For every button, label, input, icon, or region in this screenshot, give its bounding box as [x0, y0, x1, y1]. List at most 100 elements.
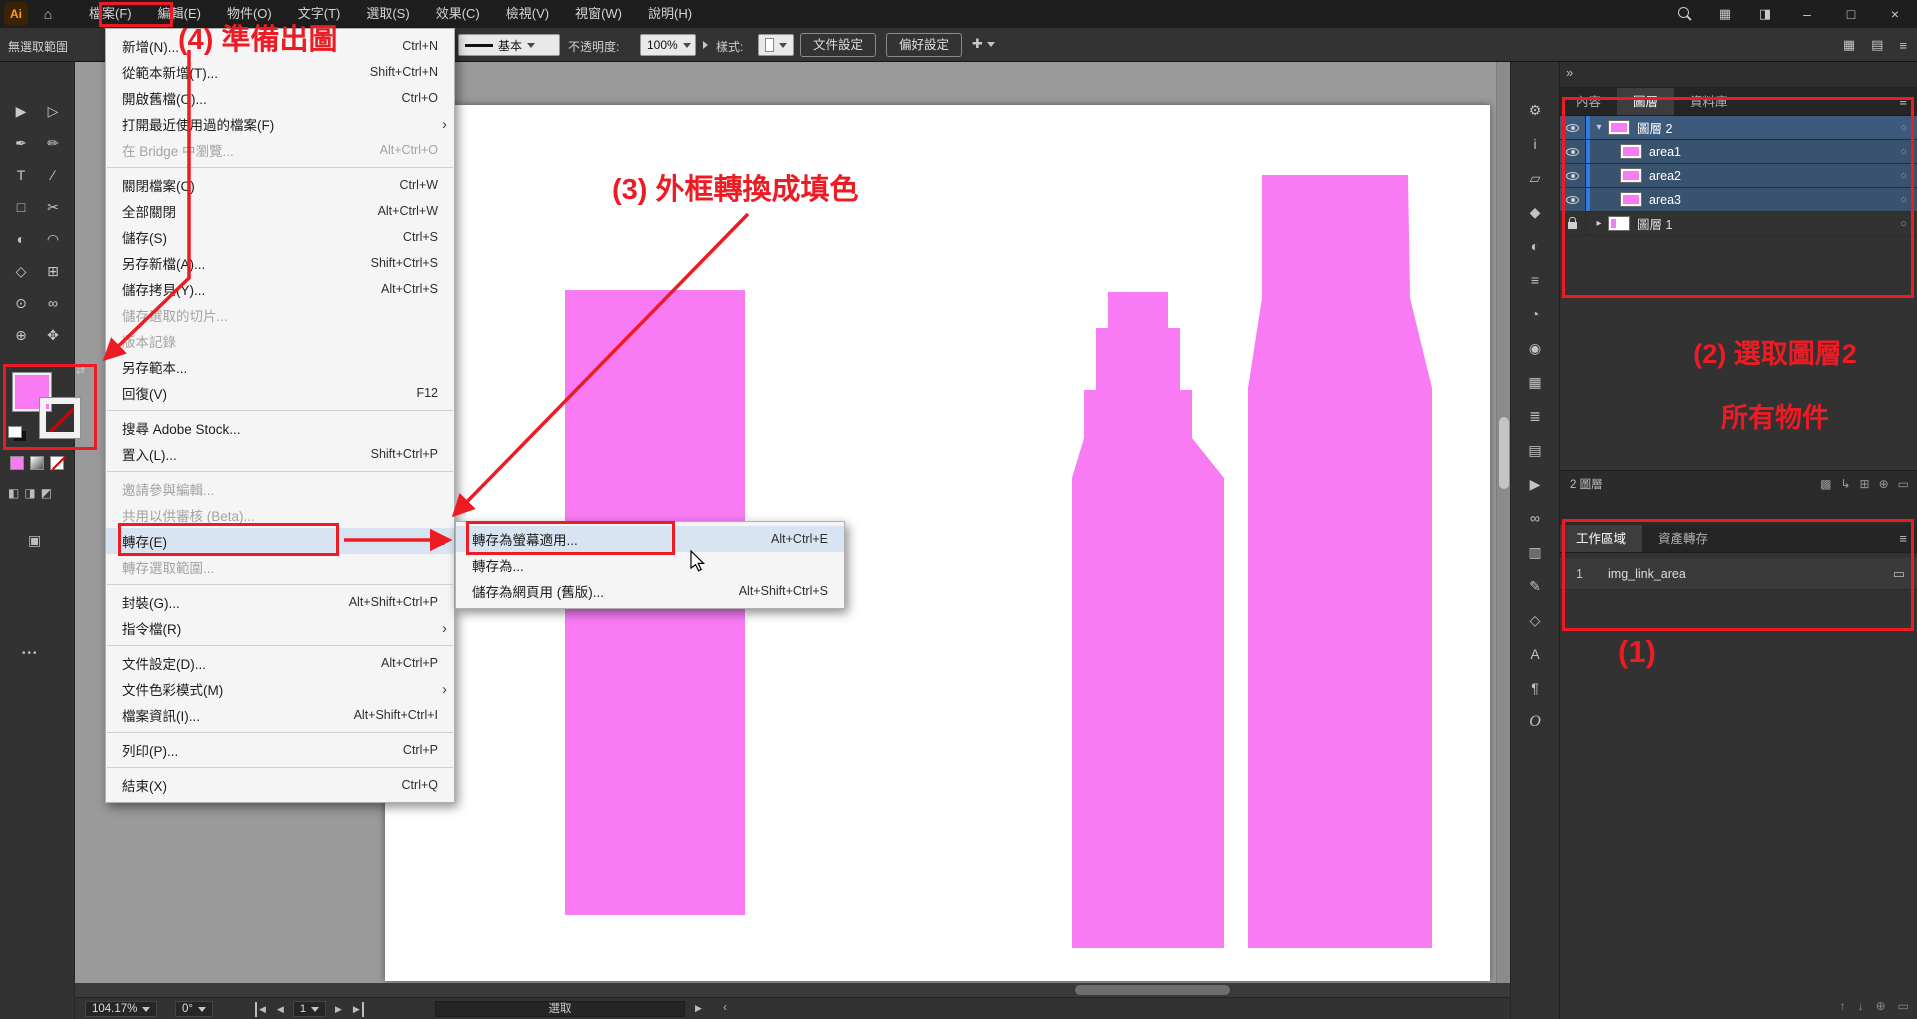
lock-toggle[interactable] — [1560, 212, 1586, 235]
layer-row[interactable]: area1○ — [1560, 140, 1917, 164]
pencil-tool[interactable]: ✏ — [37, 128, 69, 158]
brushes-icon[interactable]: ✎ — [1522, 576, 1548, 596]
document-setup-button[interactable]: 文件設定 — [800, 33, 876, 57]
menubar-item[interactable]: 視窗(W) — [562, 0, 635, 28]
direct-selection-tool[interactable]: ▷ — [37, 96, 69, 126]
delete-layer-icon[interactable]: ▭ — [1898, 477, 1909, 491]
move-up-icon[interactable]: ↑ — [1840, 999, 1846, 1013]
artboard-row[interactable]: 1img_link_area▭ — [1560, 558, 1917, 590]
menu-item[interactable]: 置入(L)...Shift+Ctrl+P — [106, 441, 454, 467]
menubar-item[interactable]: 說明(H) — [635, 0, 705, 28]
preferences-button[interactable]: 偏好設定 — [886, 33, 962, 57]
menu-item[interactable]: 新增(N)...Ctrl+N — [106, 33, 454, 59]
screen-mode-icon[interactable]: ▣ — [28, 532, 41, 549]
panel-tab[interactable]: 內容 — [1560, 88, 1617, 115]
menu-item[interactable]: 儲存拷貝(Y)...Alt+Ctrl+S — [106, 276, 454, 302]
brush-definition-dropdown[interactable]: 基本 — [458, 34, 560, 56]
menu-item[interactable]: 關閉檔案(C)Ctrl+W — [106, 172, 454, 198]
gradient-button[interactable] — [30, 456, 44, 470]
target-circle-icon[interactable]: ○ — [1900, 146, 1907, 158]
type-tool[interactable]: T — [5, 160, 37, 190]
draw-inside-icon[interactable]: ◩ — [41, 486, 52, 500]
opacity-dropdown[interactable]: 100% — [640, 34, 696, 56]
disclosure-icon[interactable]: ▾ — [1590, 122, 1608, 133]
menubar-item[interactable]: 效果(C) — [423, 0, 493, 28]
menu-item[interactable]: 結束(X)Ctrl+Q — [106, 772, 454, 798]
image-trace-icon[interactable]: ▥ — [1522, 542, 1548, 562]
rotate-tool[interactable]: ◠ — [37, 224, 69, 254]
visibility-toggle[interactable] — [1560, 116, 1586, 139]
color-icon[interactable]: ◉ — [1522, 338, 1548, 358]
stroke-icon[interactable]: ≡ — [1522, 270, 1548, 290]
menu-item[interactable]: 指令檔(R)› — [106, 615, 454, 641]
character-icon[interactable]: A — [1522, 644, 1548, 664]
gradient-tool[interactable]: ◇ — [5, 256, 37, 286]
visibility-toggle[interactable] — [1560, 140, 1586, 163]
workspace-grid-icon[interactable]: ▦ — [1843, 37, 1855, 53]
target-circle-icon[interactable]: ○ — [1900, 122, 1907, 134]
menubar-item[interactable]: 選取(S) — [353, 0, 422, 28]
artwork-bottle-large[interactable] — [1248, 175, 1432, 948]
menu-item[interactable]: 儲存(S)Ctrl+S — [106, 224, 454, 250]
opacity-flyout-icon[interactable] — [703, 41, 708, 49]
new-layer-icon[interactable]: ⊕ — [1879, 477, 1889, 491]
default-fill-stroke-icon[interactable] — [8, 426, 22, 438]
panel-menu-icon[interactable]: ≡ — [1889, 525, 1917, 552]
panel-layout-icon[interactable]: ◨ — [1745, 0, 1785, 28]
locate-object-icon[interactable]: ▩ — [1820, 477, 1831, 491]
panel-menu-icon[interactable]: ≡ — [1889, 88, 1917, 115]
fill-color-button[interactable] — [10, 456, 24, 470]
actions-icon[interactable]: ▶ — [1522, 474, 1548, 494]
links-icon[interactable]: ∞ — [1522, 508, 1548, 528]
panel-tab[interactable]: 資產轉存 — [1642, 525, 1724, 552]
rectangle-tool[interactable]: □ — [5, 192, 37, 222]
menu-item[interactable]: 檔案資訊(I)...Alt+Shift+Ctrl+I — [106, 702, 454, 728]
menubar-item[interactable]: 文字(T) — [285, 0, 354, 28]
new-artboard-icon[interactable]: ⊕ — [1876, 999, 1886, 1013]
transparency-icon[interactable]: ◔ — [1522, 304, 1548, 324]
zoom-tool[interactable]: ⊕ — [5, 320, 37, 350]
menu-item[interactable]: 從範本新增(T)...Shift+Ctrl+N — [106, 59, 454, 85]
line-segment-tool[interactable]: ∕ — [37, 160, 69, 190]
collapse-panels-icon[interactable]: » — [1566, 65, 1573, 80]
visibility-toggle[interactable] — [1560, 164, 1586, 187]
target-circle-icon[interactable]: ○ — [1900, 194, 1907, 206]
pattern-icon[interactable]: ▦ — [1522, 372, 1548, 392]
search-icon[interactable] — [1665, 0, 1705, 28]
paragraph-icon[interactable]: ¶ — [1522, 678, 1548, 698]
shape-builder-tool[interactable]: ◐ — [5, 224, 37, 254]
menubar-item[interactable]: 檢視(V) — [493, 0, 562, 28]
eyedropper-tool[interactable]: ⊙ — [5, 288, 37, 318]
menu-item[interactable]: 轉存(E)› — [106, 528, 454, 554]
target-circle-icon[interactable]: ○ — [1900, 170, 1907, 182]
visibility-toggle[interactable] — [1560, 188, 1586, 211]
selection-tool[interactable]: ▶ — [5, 96, 37, 126]
draw-normal-icon[interactable]: ◧ — [8, 486, 19, 500]
menu-item[interactable]: 搜尋 Adobe Stock... — [106, 415, 454, 441]
layer-row[interactable]: ▸圖層 1○ — [1560, 212, 1917, 236]
maximize-button[interactable]: □ — [1829, 0, 1873, 28]
arrange-documents-icon[interactable]: ▦ — [1705, 0, 1745, 28]
menubar-item[interactable]: 編輯(E) — [145, 0, 214, 28]
symbols-icon[interactable]: ◇ — [1522, 610, 1548, 630]
appearance-icon[interactable]: O — [1522, 712, 1548, 732]
workspace-switcher-icon[interactable]: ▤ — [1871, 37, 1883, 53]
swap-fill-stroke-icon[interactable]: ⇄ — [76, 364, 85, 377]
panel-tab[interactable]: 資料庫 — [1674, 88, 1744, 115]
info-icon[interactable]: i — [1522, 134, 1548, 154]
style-dropdown[interactable] — [758, 34, 794, 56]
menu-item[interactable]: 開啟舊檔(O)...Ctrl+O — [106, 85, 454, 111]
layer-row[interactable]: area3○ — [1560, 188, 1917, 212]
minimize-button[interactable]: – — [1785, 0, 1829, 28]
menu-item[interactable]: 列印(P)...Ctrl+P — [106, 737, 454, 763]
menu-item[interactable]: 打開最近使用過的檔案(F)› — [106, 111, 454, 137]
gear-icon[interactable]: ⚙ — [1522, 100, 1548, 120]
layer-row[interactable]: area2○ — [1560, 164, 1917, 188]
menubar-item[interactable]: 物件(O) — [214, 0, 285, 28]
menu-item[interactable]: 另存新檔(A)...Shift+Ctrl+S — [106, 250, 454, 276]
menubar-item[interactable]: 檔案(F) — [76, 0, 145, 28]
artboards-icon[interactable]: ▤ — [1522, 440, 1548, 460]
disclosure-icon[interactable]: ▸ — [1590, 218, 1608, 229]
make-clip-mask-icon[interactable]: ↳ — [1840, 477, 1850, 491]
transform-icon[interactable]: ▱ — [1522, 168, 1548, 188]
